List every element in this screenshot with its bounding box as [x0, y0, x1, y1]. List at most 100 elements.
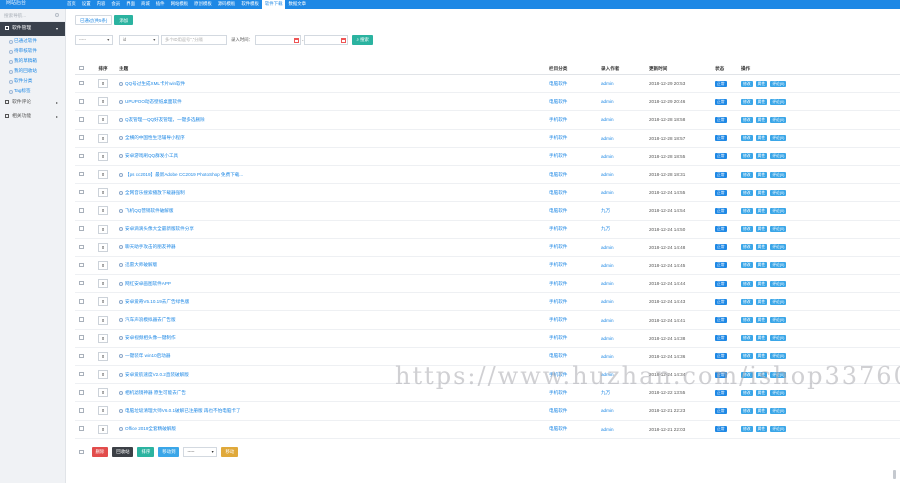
row-checkbox[interactable] — [79, 99, 84, 104]
comment-button[interactable]: 评论(0) — [770, 298, 787, 305]
row-title[interactable]: Office 2019全套精破解版 — [115, 426, 549, 432]
row-author[interactable]: admin — [601, 408, 649, 413]
search-icon[interactable] — [55, 13, 59, 17]
row-category[interactable]: 电脑软件 — [549, 426, 601, 432]
status-badge[interactable]: 正常 — [715, 226, 727, 233]
row-category[interactable]: 手机软件 — [549, 281, 601, 287]
row-author[interactable]: admin — [601, 117, 649, 122]
row-author[interactable]: admin — [601, 336, 649, 341]
row-category[interactable]: 电脑软件 — [549, 408, 601, 414]
select-all-checkbox[interactable] — [79, 65, 84, 71]
row-checkbox[interactable] — [79, 317, 84, 322]
row-title[interactable]: 全网音乐搜索播放下载器强制 — [115, 190, 549, 196]
row-author[interactable]: 九万 — [601, 390, 649, 396]
row-checkbox[interactable] — [79, 226, 84, 231]
sort-input[interactable]: 0 — [98, 315, 108, 325]
row-checkbox[interactable] — [79, 262, 84, 268]
status-badge[interactable]: 正常 — [715, 389, 727, 396]
filter-select-1[interactable]: ----- ▼ — [75, 35, 113, 45]
attr-button[interactable]: 属性 — [755, 335, 768, 342]
comment-button[interactable]: 评论(0) — [770, 426, 787, 433]
row-author[interactable]: admin — [601, 281, 649, 286]
status-badge[interactable]: 正常 — [715, 262, 727, 269]
topnav-item[interactable]: 商城 — [138, 0, 153, 9]
row-author[interactable]: admin — [601, 81, 649, 86]
topnav-item[interactable]: 会员 — [108, 0, 123, 9]
row-category[interactable]: 手机软件 — [549, 390, 601, 396]
sort-input[interactable]: 0 — [98, 279, 108, 289]
row-author[interactable]: admin — [601, 299, 649, 304]
status-badge[interactable]: 正常 — [715, 244, 727, 251]
status-badge[interactable]: 正常 — [715, 98, 727, 105]
row-author[interactable]: admin — [601, 263, 649, 268]
comment-button[interactable]: 评论(0) — [770, 171, 787, 178]
attr-button[interactable]: 属性 — [755, 317, 768, 324]
comment-button[interactable]: 评论(0) — [770, 226, 787, 233]
status-badge[interactable]: 正常 — [715, 153, 727, 160]
time-end-input[interactable] — [304, 35, 349, 45]
row-category[interactable]: 电脑软件 — [549, 353, 601, 359]
edit-button[interactable]: 修改 — [741, 207, 753, 214]
filter-select-2[interactable]: id ▼ — [119, 35, 159, 45]
topnav-item[interactable]: 源码模板 — [215, 0, 239, 9]
sort-input[interactable]: 0 — [98, 188, 108, 198]
move-target-select[interactable]: ----- ▼ — [183, 447, 218, 457]
sidebar-item[interactable]: 我的草稿箱 — [0, 56, 65, 66]
attr-button[interactable]: 属性 — [755, 171, 768, 178]
comment-button[interactable]: 评论(0) — [770, 135, 787, 142]
sort-input[interactable]: 0 — [98, 79, 108, 89]
row-checkbox[interactable] — [79, 335, 84, 340]
comment-button[interactable]: 评论(0) — [770, 80, 787, 87]
edit-button[interactable]: 修改 — [741, 317, 753, 324]
row-author[interactable]: admin — [601, 354, 649, 359]
sidebar-group[interactable]: 软件评论 ▸ — [0, 96, 65, 110]
row-category[interactable]: 电脑软件 — [549, 208, 601, 214]
row-author[interactable]: admin — [601, 99, 649, 104]
attr-button[interactable]: 属性 — [755, 189, 768, 196]
row-title[interactable]: 电脑垃圾清理大师V6.0.1破解已注册版 再也不怕电脑卡了 — [115, 408, 549, 414]
sidebar-search[interactable]: 搜索导航... — [0, 9, 65, 22]
row-category[interactable]: 电脑软件 — [549, 190, 601, 196]
row-author[interactable]: admin — [601, 427, 649, 432]
topnav-item[interactable]: 首页 — [64, 0, 79, 9]
row-checkbox[interactable] — [79, 208, 84, 213]
row-category[interactable]: 手机软件 — [549, 335, 601, 341]
row-title[interactable]: 网红安卓画图软件APP — [115, 281, 549, 287]
row-checkbox[interactable] — [79, 426, 84, 431]
keyword-input[interactable]: 多个ID用逗号","分隔 — [161, 35, 227, 45]
row-category[interactable]: 电脑软件 — [549, 172, 601, 178]
sort-input[interactable]: 0 — [98, 297, 108, 307]
attr-button[interactable]: 属性 — [755, 407, 768, 414]
row-category[interactable]: 手机软件 — [549, 226, 601, 232]
comment-button[interactable]: 评论(0) — [770, 353, 787, 360]
sidebar-item[interactable]: 软件分类 — [0, 76, 65, 86]
row-checkbox[interactable] — [79, 171, 84, 177]
row-title[interactable]: 一键装年 win10启动器 — [115, 353, 549, 359]
sidebar-item[interactable]: 我的回收站 — [0, 66, 65, 76]
sort-input[interactable]: 0 — [98, 406, 108, 416]
edit-button[interactable]: 修改 — [741, 298, 753, 305]
attr-button[interactable]: 属性 — [755, 426, 768, 433]
row-checkbox[interactable] — [79, 244, 84, 250]
row-author[interactable]: 九万 — [601, 226, 649, 232]
row-title[interactable]: 聊天助手攻击的朋友神器 — [115, 244, 549, 250]
row-category[interactable]: 电脑软件 — [549, 81, 601, 87]
sidebar-item[interactable]: 待审核软件 — [0, 46, 65, 56]
edit-button[interactable]: 修改 — [741, 244, 753, 251]
attr-button[interactable]: 属性 — [755, 98, 768, 105]
status-badge[interactable]: 正常 — [715, 135, 727, 142]
row-category[interactable]: 手机软件 — [549, 117, 601, 123]
row-category[interactable]: 手机软件 — [549, 317, 601, 323]
comment-button[interactable]: 评论(0) — [770, 207, 787, 214]
comment-button[interactable]: 评论(0) — [770, 189, 787, 196]
edit-button[interactable]: 修改 — [741, 353, 753, 360]
comment-button[interactable]: 评论(0) — [770, 280, 787, 287]
row-author[interactable]: 九万 — [601, 208, 649, 214]
row-title[interactable]: 安卓视频相头像一键制作 — [115, 335, 549, 341]
row-title[interactable]: QQ号过生成XML卡片win软件 — [115, 81, 549, 87]
comment-button[interactable]: 评论(0) — [770, 116, 787, 123]
topnav-item[interactable]: 内容 — [94, 0, 109, 9]
row-title[interactable]: 安卓游戏刷QQ群发小工具 — [115, 153, 549, 159]
status-badge[interactable]: 正常 — [715, 171, 727, 178]
status-badge[interactable]: 正常 — [715, 317, 727, 324]
